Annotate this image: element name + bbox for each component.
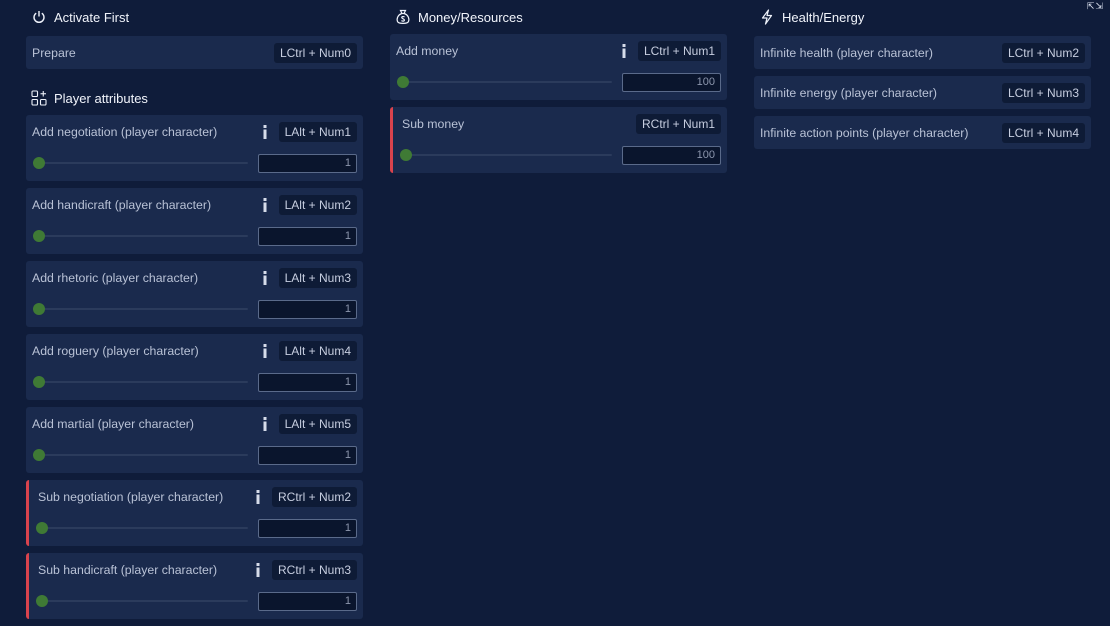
column-left: Activate First Prepare LCtrl + Num0 Play…: [26, 0, 363, 626]
option-infinite-energy[interactable]: Infinite energy (player character) LCtrl…: [754, 76, 1091, 109]
slider-knob[interactable]: [33, 230, 45, 242]
section-title: Money/Resources: [418, 9, 523, 25]
value-slider[interactable]: [32, 156, 248, 170]
section-money-resources: Money/Resources: [390, 0, 727, 34]
slider-track: [405, 154, 612, 156]
option-label: Add negotiation (player character): [32, 124, 218, 139]
option-infinite-action-points[interactable]: Infinite action points (player character…: [754, 116, 1091, 149]
info-icon[interactable]: [261, 343, 269, 359]
value-slider[interactable]: [32, 302, 248, 316]
slider-knob[interactable]: [33, 376, 45, 388]
section-activate-first: Activate First: [26, 0, 363, 34]
option-label: Add martial (player character): [32, 416, 194, 431]
hotkey-badge[interactable]: LAlt + Num1: [278, 121, 357, 142]
value-input[interactable]: [258, 445, 357, 465]
money-bag-icon: [394, 8, 412, 26]
info-icon[interactable]: [254, 489, 262, 505]
hotkey-badge[interactable]: LCtrl + Num2: [1001, 42, 1085, 63]
info-icon[interactable]: [261, 124, 269, 140]
slider-track: [402, 81, 612, 83]
value-slider[interactable]: [32, 229, 248, 243]
slider-knob[interactable]: [33, 449, 45, 461]
option-infinite-health[interactable]: Infinite health (player character) LCtrl…: [754, 36, 1091, 69]
value-input[interactable]: [622, 72, 721, 92]
slider-track: [38, 308, 248, 310]
option-sub-negotiation: Sub negotiation (player character) RCtrl…: [26, 480, 363, 546]
value-input[interactable]: [258, 153, 357, 173]
hotkey-badge[interactable]: LAlt + Num4: [278, 340, 357, 361]
value-input[interactable]: [622, 145, 721, 165]
grid-add-icon: [30, 89, 48, 107]
option-sub-handicraft: Sub handicraft (player character) RCtrl …: [26, 553, 363, 619]
option-label: Add rhetoric (player character): [32, 270, 199, 285]
hotkey-badge[interactable]: RCtrl + Num1: [635, 113, 721, 134]
info-icon[interactable]: [261, 416, 269, 432]
hotkey-badge[interactable]: LCtrl + Num0: [273, 42, 357, 63]
option-label: Sub handicraft (player character): [38, 562, 218, 577]
hotkey-badge[interactable]: LCtrl + Num4: [1001, 122, 1085, 143]
info-icon[interactable]: [620, 43, 628, 59]
option-label: Infinite health (player character): [760, 45, 933, 60]
option-label: Sub money: [402, 116, 465, 131]
slider-knob[interactable]: [36, 595, 48, 607]
section-title: Health/Energy: [782, 9, 865, 25]
slider-knob[interactable]: [33, 157, 45, 169]
value-input[interactable]: [258, 299, 357, 319]
hotkey-badge[interactable]: RCtrl + Num2: [271, 486, 357, 507]
hotkey-badge[interactable]: LCtrl + Num3: [1001, 82, 1085, 103]
hotkey-badge[interactable]: RCtrl + Num3: [271, 559, 357, 580]
section-health-energy: Health/Energy: [754, 0, 1091, 34]
slider-knob[interactable]: [36, 522, 48, 534]
info-icon[interactable]: [261, 270, 269, 286]
slider-track: [38, 381, 248, 383]
option-add-rhetoric: Add rhetoric (player character) LAlt + N…: [26, 261, 363, 327]
section-player-attributes: Player attributes: [26, 81, 363, 115]
option-label: Prepare: [32, 45, 76, 60]
value-input[interactable]: [258, 226, 357, 246]
option-label: Sub negotiation (player character): [38, 489, 224, 504]
value-slider[interactable]: [35, 521, 248, 535]
value-input[interactable]: [258, 591, 357, 611]
option-sub-money: Sub money RCtrl + Num1: [390, 107, 727, 173]
value-slider[interactable]: [32, 448, 248, 462]
value-slider[interactable]: [35, 594, 248, 608]
option-add-martial: Add martial (player character) LAlt + Nu…: [26, 407, 363, 473]
slider-knob[interactable]: [33, 303, 45, 315]
value-input[interactable]: [258, 518, 357, 538]
section-title: Player attributes: [54, 90, 148, 106]
hotkey-badge[interactable]: LCtrl + Num1: [637, 40, 721, 61]
section-title: Activate First: [54, 9, 130, 25]
slider-knob[interactable]: [397, 76, 409, 88]
value-slider[interactable]: [396, 75, 612, 89]
slider-knob[interactable]: [400, 149, 412, 161]
option-add-negotiation: Add negotiation (player character) LAlt …: [26, 115, 363, 181]
column-middle: Money/Resources Add money LCtrl + Num1 S…: [390, 0, 727, 180]
hotkey-badge[interactable]: LAlt + Num5: [278, 413, 357, 434]
option-label: Add roguery (player character): [32, 343, 199, 358]
option-label: Infinite energy (player character): [760, 85, 938, 100]
value-slider[interactable]: [32, 375, 248, 389]
hotkey-badge[interactable]: LAlt + Num2: [278, 194, 357, 215]
info-icon[interactable]: [254, 562, 262, 578]
value-input[interactable]: [258, 372, 357, 392]
power-icon: [30, 8, 48, 26]
slider-track: [38, 162, 248, 164]
option-label: Add money: [396, 43, 459, 58]
lightning-icon: [758, 8, 776, 26]
slider-track: [38, 454, 248, 456]
option-prepare[interactable]: Prepare LCtrl + Num0: [26, 36, 363, 69]
slider-track: [41, 600, 248, 602]
hotkey-badge[interactable]: LAlt + Num3: [278, 267, 357, 288]
option-label: Infinite action points (player character…: [760, 125, 969, 140]
slider-track: [38, 235, 248, 237]
info-icon[interactable]: [261, 197, 269, 213]
option-label: Add handicraft (player character): [32, 197, 212, 212]
slider-track: [41, 527, 248, 529]
option-add-money: Add money LCtrl + Num1: [390, 34, 727, 100]
option-add-roguery: Add roguery (player character) LAlt + Nu…: [26, 334, 363, 400]
option-add-handicraft: Add handicraft (player character) LAlt +…: [26, 188, 363, 254]
column-right: Health/Energy Infinite health (player ch…: [754, 0, 1091, 156]
value-slider[interactable]: [399, 148, 612, 162]
